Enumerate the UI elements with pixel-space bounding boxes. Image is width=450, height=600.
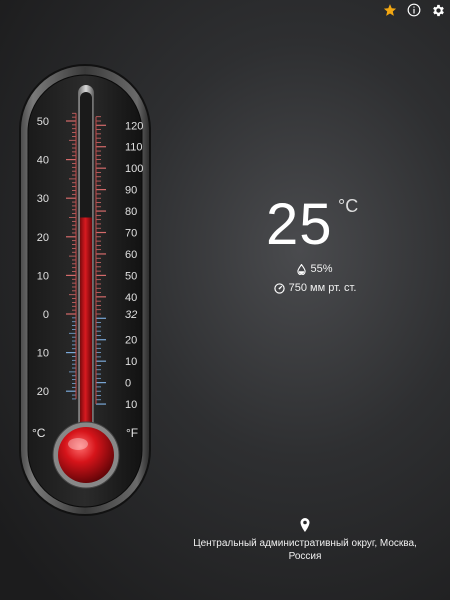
fahrenheit-tick-label: 10 — [125, 356, 137, 368]
celsius-tick-label: 30 — [37, 193, 49, 205]
celsius-tick-label: 50 — [37, 116, 49, 128]
celsius-tick-label: 0 — [43, 309, 49, 321]
fahrenheit-tick-label: 40 — [125, 292, 137, 304]
celsius-tick-label: 20 — [37, 386, 49, 398]
bulb — [58, 427, 114, 483]
fahrenheit-tick-label: 70 — [125, 228, 137, 240]
thermometer: 504030201001020 120110100908070605040322… — [19, 64, 151, 516]
mercury-column — [80, 217, 92, 440]
location-block: Центральный административный округ, Моск… — [180, 518, 430, 563]
temperature-value: 25 — [266, 192, 333, 257]
fahrenheit-tick-label: 0 — [125, 378, 131, 390]
celsius-unit-label: °C — [32, 426, 46, 440]
fahrenheit-tick-label: 90 — [125, 185, 137, 197]
fahrenheit-tick-label: 32 — [125, 309, 137, 321]
bulb-highlight — [68, 438, 88, 450]
fahrenheit-tick-label: 100 — [125, 163, 143, 175]
fahrenheit-tick-label: 120 — [125, 120, 143, 132]
fahrenheit-tick-label: 10 — [125, 399, 137, 411]
gauge-icon — [273, 282, 285, 294]
fahrenheit-tick-label: 80 — [125, 206, 137, 218]
water-drop-icon — [297, 263, 307, 275]
pressure-value: 750 мм рт. ст. — [288, 282, 357, 294]
fahrenheit-tick-label: 20 — [125, 335, 137, 347]
fahrenheit-unit-label: °F — [126, 426, 138, 440]
celsius-tick-label: 20 — [37, 232, 49, 244]
pressure-row: 750 мм рт. ст. — [250, 282, 380, 294]
celsius-tick-label: 10 — [37, 270, 49, 282]
humidity-row: 55% — [250, 263, 380, 275]
location-text: Центральный административный округ, Моск… — [193, 538, 417, 562]
location-pin-icon — [300, 518, 310, 532]
fahrenheit-tick-label: 110 — [125, 142, 143, 154]
readout-panel: 25 °C 55% 750 мм рт. ст. — [250, 190, 380, 294]
celsius-tick-label: 10 — [37, 348, 49, 360]
celsius-tick-label: 40 — [37, 155, 49, 167]
fahrenheit-tick-label: 60 — [125, 249, 137, 261]
humidity-value: 55% — [310, 263, 333, 275]
temperature-unit: °C — [338, 196, 359, 216]
fahrenheit-tick-label: 50 — [125, 270, 137, 282]
